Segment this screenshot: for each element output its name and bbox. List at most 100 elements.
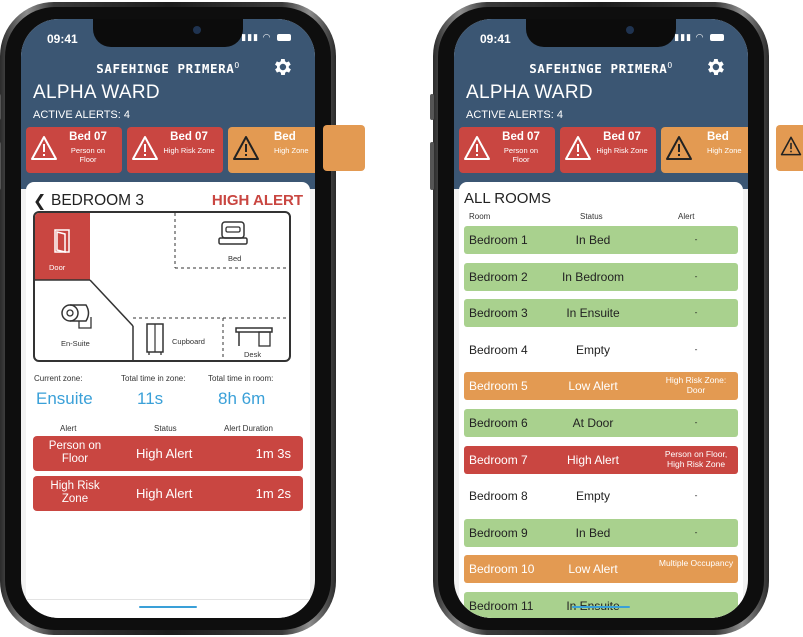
- overflow-alert-card: [776, 125, 803, 171]
- volume-up-button: [430, 142, 434, 190]
- alert-card-detail: High Zone: [274, 146, 309, 155]
- home-indicator[interactable]: [572, 606, 630, 608]
- room-status: At Door: [572, 416, 614, 430]
- mute-switch: [0, 94, 1, 120]
- room-alert: -: [694, 526, 698, 537]
- room-name: Bedroom 1: [469, 233, 528, 247]
- room-alert: -: [694, 270, 698, 281]
- signal-icon: ▮▮▮: [241, 32, 260, 42]
- ward-title: ALPHA WARD: [33, 82, 160, 103]
- column-header-status: Status: [580, 212, 603, 221]
- signal-icon: ▮▮▮: [674, 32, 693, 42]
- column-header-room: Room: [469, 212, 491, 221]
- active-alerts-count: ACTIVE ALERTS: 4: [33, 109, 131, 121]
- chevron-left-icon[interactable]: ❮: [33, 191, 46, 211]
- toilet-roll-icon: [61, 304, 92, 329]
- warning-icon: [132, 136, 158, 160]
- alert-card[interactable]: Bed 07 High Risk Zone: [560, 127, 656, 173]
- room-status: In Bedroom: [561, 269, 625, 284]
- wifi-icon: ◠: [262, 32, 272, 42]
- zone-ensuite-label: En-Suite: [61, 339, 90, 348]
- room-alert: -: [694, 490, 698, 501]
- alert-card-bed: Bed: [707, 131, 729, 143]
- room-alert: -: [694, 234, 698, 244]
- screen-room-detail: 09:41 ▮▮▮ ◠ SAFEHINGE PRIMERAO ALPHA WAR…: [21, 19, 315, 618]
- room-row[interactable]: Bedroom 9 In Bed -: [464, 518, 738, 547]
- warning-icon: [464, 136, 490, 160]
- room-row[interactable]: Bedroom 2 In Bedroom -: [464, 262, 738, 291]
- room-row[interactable]: Bedroom 1 In Bed -: [464, 226, 738, 254]
- column-header-alert: Alert: [678, 212, 695, 221]
- app-header: 09:41 ▮▮▮ ◠ SAFEHINGE PRIMERAO ALPHA WAR…: [454, 19, 748, 189]
- desk-icon: [235, 327, 273, 347]
- room-title: BEDROOM 3: [51, 192, 145, 209]
- alert-card[interactable]: Bed High Zone: [661, 127, 748, 173]
- time-in-zone-label: Total time in zone:: [121, 374, 186, 383]
- warning-icon: [780, 136, 802, 156]
- room-alert: Person on Floor, High Risk Zone: [664, 448, 728, 469]
- room-status: Low Alert: [568, 562, 618, 577]
- status-time: 09:41: [480, 32, 511, 46]
- status-icons: ▮▮▮ ◠: [674, 32, 724, 43]
- room-status: In Bed: [575, 233, 611, 247]
- alert-card[interactable]: Bed High Zone: [228, 127, 315, 173]
- divider: [26, 599, 310, 600]
- alert-name: Person on Floor: [48, 440, 102, 465]
- notch: [93, 19, 243, 47]
- room-name: Bedroom 2: [469, 269, 528, 284]
- room-row[interactable]: Bedroom 8 Empty -: [464, 482, 738, 511]
- alert-card-bed: Bed 07: [603, 131, 641, 143]
- alert-status: High Alert: [136, 486, 193, 501]
- warning-icon: [31, 136, 57, 160]
- alert-card-bed: Bed 07: [170, 131, 208, 143]
- alert-card-bed: Bed 07: [502, 131, 540, 143]
- room-name: Bedroom 11: [469, 599, 534, 613]
- all-rooms-panel: ALL ROOMS Room Status Alert Bedroom 1 In …: [459, 182, 743, 618]
- time-in-room-value: 8h 6m: [218, 389, 266, 408]
- wifi-icon: ◠: [695, 32, 705, 42]
- room-name: Bedroom 3: [469, 306, 528, 321]
- alert-duration: 1m 2s: [255, 486, 291, 501]
- alert-card[interactable]: Bed 07 Person on Floor: [459, 127, 555, 173]
- alert-card-bed: Bed: [274, 131, 296, 143]
- current-zone-label: Current zone:: [34, 374, 83, 383]
- current-zone-value: Ensuite: [36, 389, 93, 408]
- alert-card[interactable]: Bed 07 Person on Floor: [26, 127, 122, 173]
- room-status: Low Alert: [568, 379, 618, 394]
- alert-row[interactable]: Person on Floor High Alert 1m 3s: [33, 436, 303, 471]
- alert-row[interactable]: High Risk Zone High Alert 1m 2s: [33, 476, 303, 511]
- room-status: In Bed: [575, 525, 611, 540]
- phone-frame-room-detail: 09:41 ▮▮▮ ◠ SAFEHINGE PRIMERAO ALPHA WAR…: [0, 2, 336, 635]
- room-name: Bedroom 7: [469, 452, 528, 467]
- room-name: Bedroom 9: [469, 525, 528, 540]
- room-row[interactable]: Bedroom 10 Low Alert Multiple Occupancy: [464, 555, 738, 584]
- alert-status: High Alert: [136, 446, 193, 461]
- alert-card[interactable]: Bed 07 High Risk Zone: [127, 127, 223, 173]
- gear-icon[interactable]: [704, 56, 726, 78]
- room-name: Bedroom 10: [469, 562, 535, 577]
- volume-up-button: [0, 142, 1, 190]
- gear-icon[interactable]: [271, 56, 293, 78]
- status-icons: ▮▮▮ ◠: [241, 32, 291, 43]
- home-indicator[interactable]: [139, 606, 197, 608]
- room-row[interactable]: Bedroom 4 Empty -: [464, 335, 738, 364]
- room-row[interactable]: Bedroom 3 In Ensuite -: [464, 299, 738, 328]
- all-rooms-title: ALL ROOMS: [464, 190, 551, 207]
- divider: [459, 599, 743, 600]
- room-row[interactable]: Bedroom 11In Ensuite: [464, 592, 738, 618]
- room-header: ❮ BEDROOM 3 HIGH ALERT: [33, 190, 303, 212]
- room-row[interactable]: Bedroom 5 Low Alert High Risk Zone: Door: [464, 372, 738, 401]
- room-alert: -: [694, 343, 698, 354]
- room-row[interactable]: Bedroom 6 At Door -: [464, 409, 738, 437]
- battery-icon: [277, 34, 291, 42]
- alert-card-detail: Person on Floor: [503, 146, 539, 164]
- room-row[interactable]: Bedroom 7 High Alert Person on Floor, High…: [464, 445, 738, 474]
- overflow-alert-card: [323, 125, 365, 171]
- room-status: In Ensuite: [566, 306, 620, 321]
- screen-all-rooms: 09:41 ▮▮▮ ◠ SAFEHINGE PRIMERAO ALPHA WAR…: [454, 19, 748, 618]
- zone-desk-label: Desk: [244, 350, 262, 359]
- room-name: Bedroom 6: [469, 416, 528, 430]
- room-detail-panel: ❮ BEDROOM 3 HIGH ALERT Door Bed En-Suite…: [26, 182, 310, 618]
- ward-title: ALPHA WARD: [466, 82, 593, 103]
- room-name: Bedroom 5: [469, 379, 528, 394]
